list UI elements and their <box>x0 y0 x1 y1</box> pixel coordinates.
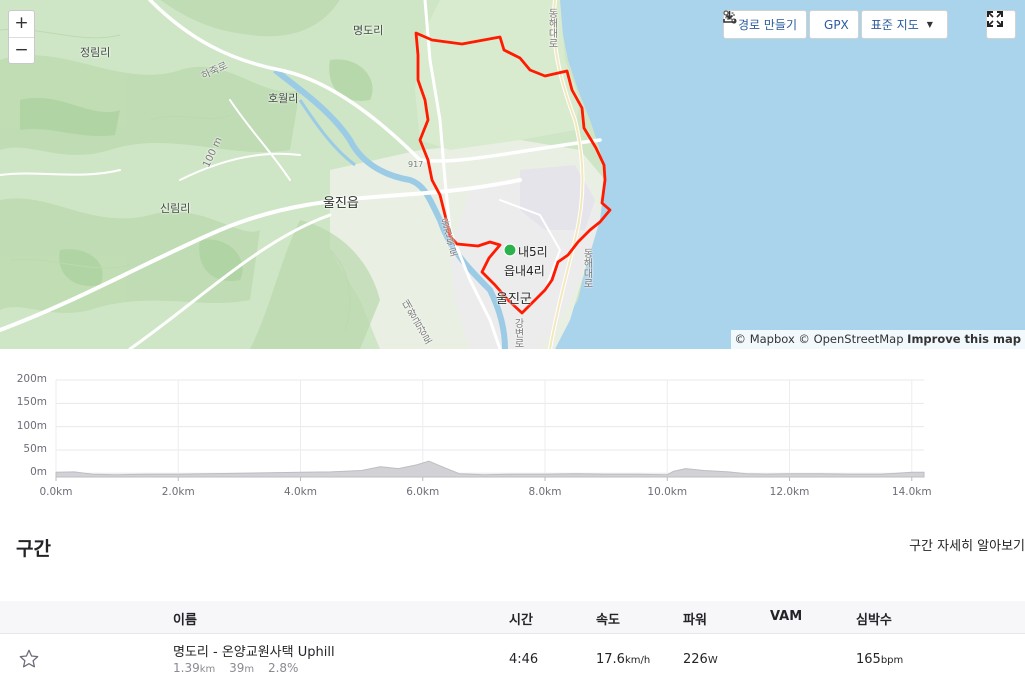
segment-name-link[interactable]: 명도리 - 온양교원사택 Uphill <box>173 641 335 660</box>
map-label-donghae-daero-south: 동해대로 <box>581 248 592 288</box>
segments-title: 구간 <box>16 538 51 560</box>
map-label-uljin-gun: 울진군 <box>496 292 532 307</box>
segment-speed-unit: km/h <box>624 655 651 666</box>
fullscreen-button[interactable] <box>986 10 1016 39</box>
y-tick-label: 150m <box>16 396 47 409</box>
segment-elev-unit: m <box>244 664 255 675</box>
zoom-control: + − <box>8 10 35 64</box>
table-row: 명도리 - 온양교원사택 Uphill 1.39km 39m 2.8% 4:46… <box>0 635 1025 683</box>
col-vam: VAM <box>770 609 803 624</box>
col-speed: 속도 <box>596 613 620 628</box>
map-label-donghae-daero-north: 동해대로 <box>546 8 557 48</box>
map-label-eupnae4ri: 읍내4리 <box>504 264 545 278</box>
mapbox-link[interactable]: © Mapbox <box>735 332 795 346</box>
improve-map-link[interactable]: Improve this map <box>907 332 1021 346</box>
segment-speed-value: 17.6 <box>596 652 625 667</box>
map-label-gangbyeon-road: 강변로 <box>512 318 523 348</box>
segment-elev-gain: 39 <box>229 661 245 675</box>
map-label-howol: 호월리 <box>268 92 299 105</box>
segments-table-header: 이름 시간 속도 파워 VAM 심박수 <box>0 601 1025 634</box>
osm-link[interactable]: © OpenStreetMap <box>798 332 903 346</box>
zoom-in-button[interactable]: + <box>9 11 34 37</box>
route-map[interactable]: 명도리 정림리 하죽로 호월리 100 m 917 울진읍 신림리 내5리 읍내… <box>0 0 1025 349</box>
segment-grade: 2.8% <box>267 661 299 675</box>
x-tick-label: 8.0km <box>528 486 562 498</box>
segment-time: 4:46 <box>509 652 539 667</box>
gpx-download-button[interactable]: GPX <box>723 10 859 39</box>
col-power: 파워 <box>683 613 707 628</box>
y-tick-label: 50m <box>23 442 47 455</box>
segment-stats: 1.39km 39m 2.8% <box>173 661 298 675</box>
map-label-myeongdo: 명도리 <box>353 24 384 37</box>
elevation-chart[interactable]: 200m 150m 100m 50m 0m 0.0km 2.0km 4.0km 6.0km 8.0… <box>0 360 1025 505</box>
map-label-sinrim: 신림리 <box>160 202 191 215</box>
x-tick-label: 0.0km <box>39 486 73 498</box>
segment-power-value: 226 <box>683 652 708 667</box>
segment-distance-unit: km <box>199 664 216 675</box>
col-heart-rate: 심박수 <box>856 613 892 628</box>
y-tick-label: 0m <box>30 466 47 479</box>
y-tick-label: 100m <box>16 419 47 432</box>
map-style-label: 표준 지도 <box>870 18 919 32</box>
map-attribution: © Mapbox © OpenStreetMap Improve this ma… <box>730 330 1025 349</box>
col-time: 시간 <box>509 613 533 628</box>
segments-learn-more-link[interactable]: 구간 자세히 알아보기 <box>909 535 1025 554</box>
segment-distance: 1.39 <box>173 661 200 675</box>
map-label-road-917: 917 <box>408 160 424 169</box>
make-route-label: 경로 만들기 <box>738 18 798 32</box>
map-style-dropdown[interactable]: 표준 지도 ▼ <box>860 10 948 39</box>
gpx-label: GPX <box>824 17 849 32</box>
map-label-jeongrim: 정림리 <box>80 46 111 59</box>
x-tick-label: 4.0km <box>283 486 317 498</box>
x-tick-label: 2.0km <box>161 486 195 498</box>
segment-hr-unit: bpm <box>880 655 904 666</box>
y-tick-label: 200m <box>16 373 47 385</box>
segment-heart-rate: 165bpm <box>856 652 903 667</box>
map-label-nae5ri: 내5리 <box>518 245 548 259</box>
x-tick-label: 14.0km <box>891 486 932 498</box>
start-marker <box>503 243 517 257</box>
x-tick-label: 10.0km <box>647 486 688 498</box>
segment-speed: 17.6km/h <box>596 652 650 667</box>
map-toolbar: 경로 만들기 GPX 표준 지도 ▼ <box>723 10 948 39</box>
star-icon[interactable] <box>18 648 40 674</box>
x-tick-label: 6.0km <box>406 486 440 498</box>
col-name: 이름 <box>173 613 197 628</box>
segment-power-unit: W <box>707 655 718 666</box>
chevron-down-icon: ▼ <box>926 20 933 29</box>
segment-power: 226W <box>683 652 718 667</box>
elevation-plot <box>55 379 925 481</box>
zoom-out-button[interactable]: − <box>9 37 34 63</box>
x-tick-label: 12.0km <box>769 486 810 498</box>
map-label-uljin-eup: 울진읍 <box>323 196 359 211</box>
elevation-area <box>55 460 925 478</box>
segment-hr-value: 165 <box>856 652 881 667</box>
